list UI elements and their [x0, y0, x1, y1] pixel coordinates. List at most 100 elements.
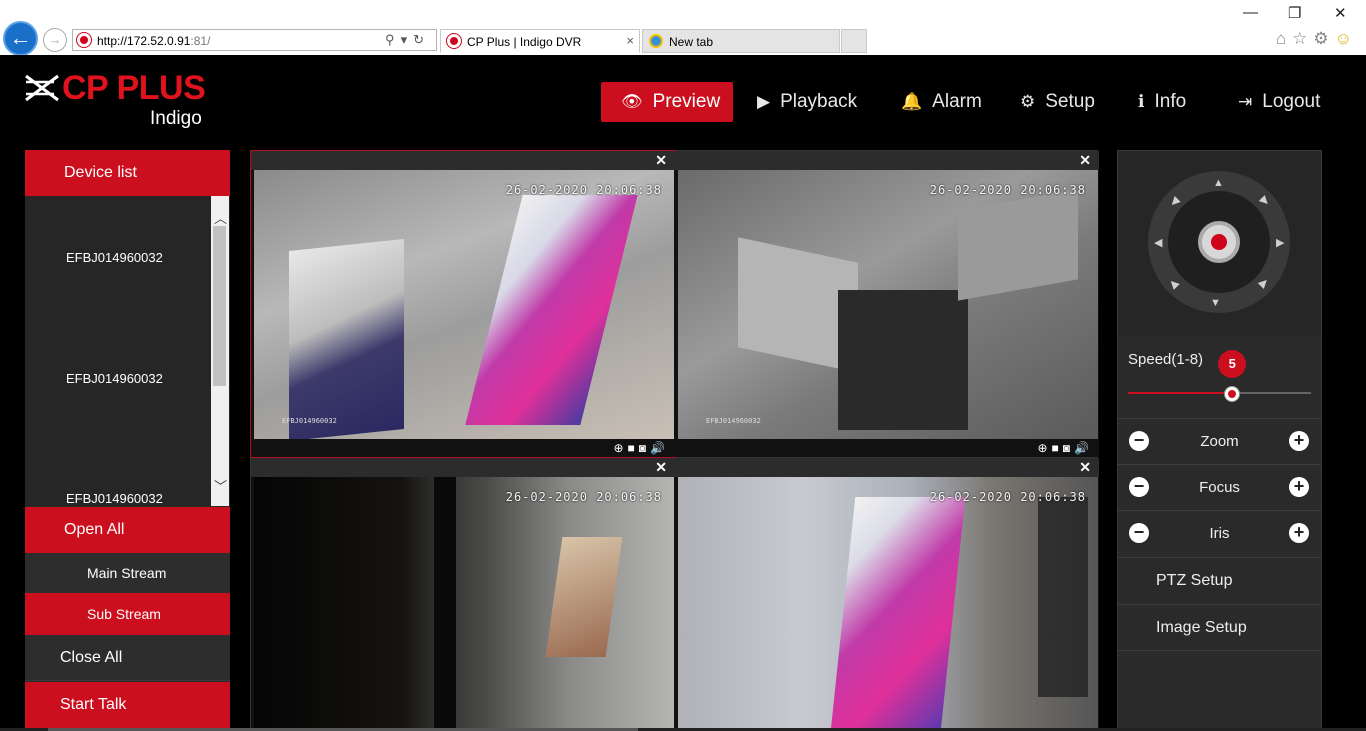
- tab-title: CP Plus | Indigo DVR: [467, 35, 582, 49]
- tab-new-tab[interactable]: New tab: [642, 29, 840, 53]
- tab-favicon-icon: [447, 34, 461, 48]
- close-window-icon[interactable]: ✕: [1334, 4, 1347, 22]
- iris-plus-icon[interactable]: +: [1289, 523, 1309, 543]
- focus-plus-icon[interactable]: +: [1289, 477, 1309, 497]
- search-refresh-icons[interactable]: ⚲▾↻: [385, 32, 430, 48]
- pan-left-icon[interactable]: ◀: [1154, 236, 1162, 249]
- cp-plus-logo-icon: [25, 74, 59, 102]
- back-arrow-icon[interactable]: ←: [3, 21, 38, 56]
- nav-info[interactable]: ℹ Info: [1138, 82, 1186, 122]
- camera-feed: 26-02-2020 20:06:38 EFBJ014960032: [254, 477, 674, 731]
- forward-arrow-icon[interactable]: →: [43, 28, 67, 52]
- zoom-in-icon[interactable]: ⊕: [613, 441, 627, 455]
- app-root: CP PLUS Indigo 👁 Preview ▶ Playback 🔔 Alarm…: [0, 55, 1366, 731]
- focus-control: − Focus +: [1118, 464, 1321, 510]
- restore-icon[interactable]: ❐: [1288, 4, 1301, 22]
- open-all-button[interactable]: Open All: [25, 507, 230, 553]
- browser-chrome: ← → http://172.52.0.91:81/ ⚲▾↻ CP Plus |…: [0, 0, 1366, 56]
- minimize-icon[interactable]: —: [1243, 4, 1258, 21]
- close-icon[interactable]: ✕: [655, 152, 667, 169]
- tab-title: New tab: [669, 35, 714, 49]
- zoom-plus-icon[interactable]: +: [1289, 431, 1309, 451]
- nav-alarm[interactable]: 🔔 Alarm: [901, 82, 982, 122]
- video-toolbar[interactable]: ⊕■◙🔊: [675, 439, 1099, 457]
- left-panel: Device list EFBJ014960032 EFBJ014960032 …: [25, 150, 230, 731]
- close-tab-icon[interactable]: ×: [626, 33, 634, 48]
- audio-icon[interactable]: 🔊: [1074, 441, 1093, 455]
- video-toolbar[interactable]: ⊕■◙🔊: [251, 439, 675, 457]
- product-name: Indigo: [150, 108, 202, 129]
- zoom-control: − Zoom +: [1118, 418, 1321, 464]
- video-cell[interactable]: ✕ 26-02-2020 20:06:38 EFBJ014960032 ⊕■◙🔊: [675, 151, 1099, 457]
- ptz-panel: ▲ ▼ ◀ ▶ ◀ ◀ ◀ ◀ Speed(1-8) 5 − Zoom + − …: [1117, 150, 1322, 731]
- main-stream-option[interactable]: Main Stream: [25, 553, 230, 593]
- logout-icon: ⇥: [1238, 92, 1253, 111]
- url-text: http://172.52.0.91:81/: [97, 34, 211, 48]
- device-item[interactable]: EFBJ014960032: [66, 250, 163, 265]
- play-circle-icon: ▶: [757, 92, 771, 111]
- camera-timestamp: 26-02-2020 20:06:38: [505, 183, 662, 197]
- camera-timestamp: 26-02-2020 20:06:38: [929, 490, 1086, 504]
- video-cell[interactable]: ✕ 26-02-2020 20:06:38 EFBJ014960032: [675, 458, 1099, 731]
- camera-timestamp: 26-02-2020 20:06:38: [929, 183, 1086, 197]
- camera-id: EFBJ014960032: [706, 417, 761, 425]
- ie-favicon-icon: [649, 34, 663, 48]
- pan-down-icon[interactable]: ▼: [1210, 297, 1221, 309]
- speed-slider-handle[interactable]: [1225, 387, 1240, 401]
- device-list-scrollbar[interactable]: ︿ ﹀: [211, 196, 229, 506]
- image-setup-button[interactable]: Image Setup: [1118, 604, 1321, 651]
- close-icon[interactable]: ✕: [1079, 152, 1091, 169]
- close-icon[interactable]: ✕: [655, 459, 667, 476]
- ptz-center-button[interactable]: [1198, 221, 1240, 263]
- speed-slider[interactable]: [1128, 392, 1311, 394]
- video-cell[interactable]: ✕ 26-02-2020 20:06:38 EFBJ014960032 ⊕■◙🔊: [250, 150, 676, 458]
- info-icon: ℹ: [1138, 92, 1145, 111]
- close-icon[interactable]: ✕: [1079, 459, 1091, 476]
- address-bar[interactable]: http://172.52.0.91:81/ ⚲▾↻: [72, 29, 437, 51]
- record-icon[interactable]: ■: [1052, 441, 1063, 455]
- sub-stream-option[interactable]: Sub Stream: [25, 593, 230, 635]
- camera-feed: 26-02-2020 20:06:38 EFBJ014960032: [678, 477, 1098, 731]
- scroll-thumb[interactable]: [213, 226, 226, 386]
- camera-timestamp: 26-02-2020 20:06:38: [505, 490, 662, 504]
- close-all-button[interactable]: Close All: [25, 635, 230, 681]
- start-talk-button[interactable]: Start Talk: [25, 682, 230, 731]
- video-cell-titlebar: ✕: [675, 151, 1099, 170]
- nav-playback[interactable]: ▶ Playback: [757, 82, 857, 122]
- record-icon[interactable]: ■: [628, 441, 639, 455]
- speed-slider-fill: [1128, 392, 1233, 394]
- scroll-up-icon[interactable]: ︿: [214, 208, 227, 227]
- device-list: EFBJ014960032 EFBJ014960032 EFBJ01496003…: [25, 196, 230, 506]
- device-item[interactable]: EFBJ014960032: [66, 371, 163, 386]
- ptz-setup-button[interactable]: PTZ Setup: [1118, 557, 1321, 604]
- nav-logout[interactable]: ⇥ Logout: [1238, 82, 1320, 122]
- iris-control: − Iris +: [1118, 510, 1321, 556]
- site-favicon-icon: [77, 33, 91, 47]
- audio-icon[interactable]: 🔊: [650, 441, 669, 455]
- ptz-control: ▲ ▼ ◀ ▶ ◀ ◀ ◀ ◀: [1118, 151, 1321, 336]
- camera-id: EFBJ014960032: [282, 417, 337, 425]
- device-item[interactable]: EFBJ014960032: [66, 491, 163, 506]
- snapshot-icon[interactable]: ◙: [1063, 441, 1074, 455]
- new-tab-button[interactable]: [841, 29, 867, 53]
- pan-right-icon[interactable]: ▶: [1276, 236, 1284, 249]
- scroll-down-icon[interactable]: ﹀: [214, 476, 227, 495]
- tab-cp-plus[interactable]: CP Plus | Indigo DVR ×: [440, 29, 640, 53]
- brand-name: CP PLUS: [62, 69, 206, 107]
- browser-tool-icons[interactable]: ⌂☆⚙☺: [1276, 29, 1358, 49]
- nav-preview[interactable]: 👁 Preview: [601, 82, 733, 122]
- video-cell[interactable]: ✕ 26-02-2020 20:06:38 EFBJ014960032: [251, 458, 675, 731]
- speed-label: Speed(1-8): [1128, 351, 1204, 368]
- video-cell-titlebar: ✕: [675, 458, 1099, 477]
- camera-feed: 26-02-2020 20:06:38 EFBJ014960032: [678, 170, 1098, 439]
- camera-feed: 26-02-2020 20:06:38 EFBJ014960032: [254, 170, 674, 442]
- zoom-in-icon[interactable]: ⊕: [1037, 441, 1051, 455]
- nav-setup[interactable]: ⚙ Setup: [1020, 82, 1095, 122]
- snapshot-icon[interactable]: ◙: [639, 441, 650, 455]
- video-grid: ✕ 26-02-2020 20:06:38 EFBJ014960032 ⊕■◙🔊…: [250, 150, 1099, 731]
- pan-up-icon[interactable]: ▲: [1213, 177, 1224, 189]
- bell-icon: 🔔: [901, 92, 923, 111]
- device-list-header[interactable]: Device list: [25, 150, 230, 196]
- eye-icon: 👁: [621, 92, 643, 111]
- speed-value-badge: 5: [1218, 350, 1247, 378]
